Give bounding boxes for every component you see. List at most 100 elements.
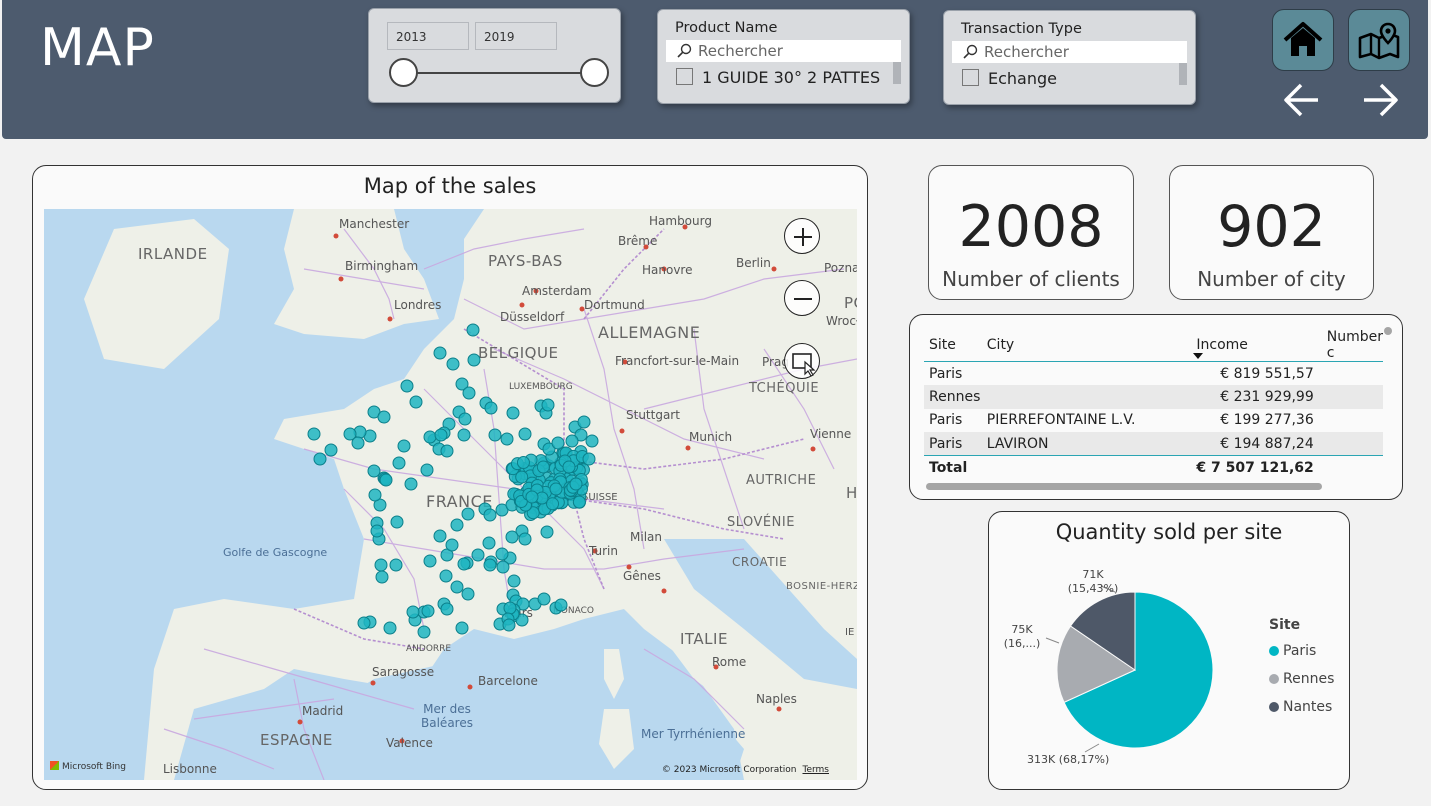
sales-point[interactable] (549, 482, 563, 496)
sales-point[interactable] (488, 428, 502, 442)
column-header-site[interactable]: Site (924, 329, 982, 362)
sales-point[interactable] (461, 587, 475, 601)
scrollbar[interactable] (893, 62, 901, 84)
sales-point[interactable] (417, 625, 431, 639)
sales-point[interactable] (390, 515, 404, 529)
column-header-income[interactable]: Income (1191, 329, 1322, 362)
sales-point[interactable] (324, 443, 338, 457)
sales-point[interactable] (383, 621, 397, 635)
slider-start-handle[interactable] (389, 58, 418, 87)
sales-point[interactable] (392, 456, 406, 470)
sales-point[interactable] (562, 460, 576, 474)
sales-point[interactable] (515, 470, 529, 484)
terms-link[interactable]: Terms (802, 765, 829, 775)
sales-point[interactable] (404, 477, 418, 491)
year-range-slicer[interactable]: 2013 2019 (368, 8, 621, 103)
zoom-in-button[interactable] (784, 218, 820, 254)
column-header-number[interactable]: Number c (1321, 329, 1383, 362)
product-search-input[interactable]: Rechercher (666, 40, 901, 62)
sales-point[interactable] (400, 379, 414, 393)
sales-point[interactable] (516, 456, 530, 470)
sales-point[interactable] (421, 604, 435, 618)
sales-point[interactable] (307, 427, 321, 441)
sales-point[interactable] (368, 488, 382, 502)
sales-point[interactable] (505, 530, 519, 544)
sales-point[interactable] (518, 532, 532, 546)
sales-point[interactable] (375, 570, 389, 584)
sales-point[interactable] (406, 605, 420, 619)
home-button[interactable] (1272, 9, 1334, 71)
sales-point[interactable] (496, 560, 510, 574)
sales-point[interactable] (409, 395, 423, 409)
select-area-button[interactable] (784, 343, 820, 379)
sales-point[interactable] (483, 558, 497, 572)
sales-point[interactable] (537, 592, 551, 606)
sales-point[interactable] (503, 601, 517, 615)
sales-point[interactable] (536, 460, 550, 474)
slider-track[interactable] (402, 72, 594, 74)
sales-point[interactable] (440, 444, 454, 458)
zoom-out-button[interactable] (784, 280, 820, 316)
sales-point[interactable] (484, 401, 498, 415)
sales-point[interactable] (389, 558, 403, 572)
sales-points-layer[interactable] (44, 209, 857, 780)
sales-point[interactable] (466, 323, 480, 337)
sales-point[interactable] (500, 432, 514, 446)
product-option[interactable]: 1 GUIDE 30° 2 PATTES (676, 68, 880, 87)
sales-point[interactable] (397, 439, 411, 453)
map-canvas[interactable]: IRLANDE Manchester Birmingham Londres PA… (44, 209, 857, 780)
scrollbar[interactable] (1179, 63, 1187, 85)
sales-point[interactable] (434, 428, 448, 442)
sales-point[interactable] (462, 386, 476, 400)
sales-point[interactable] (582, 452, 596, 466)
sales-point[interactable] (313, 452, 327, 466)
sales-point[interactable] (541, 398, 555, 412)
sales-point[interactable] (518, 427, 532, 441)
sales-point[interactable] (495, 547, 509, 561)
sales-point[interactable] (467, 353, 481, 367)
back-button[interactable] (1282, 80, 1322, 120)
sales-point[interactable] (569, 477, 583, 491)
sales-point[interactable] (445, 538, 459, 552)
table-row[interactable]: Rennes € 231 929,99 (924, 385, 1383, 409)
table-row[interactable]: Paris € 819 551,57 (924, 362, 1383, 386)
sales-point[interactable] (458, 412, 472, 426)
sales-point[interactable] (457, 557, 471, 571)
checkbox[interactable] (676, 68, 693, 85)
sales-point[interactable] (439, 569, 453, 583)
sales-point[interactable] (450, 518, 464, 532)
sales-point[interactable] (546, 497, 560, 511)
map-button[interactable] (1348, 9, 1410, 71)
sales-point[interactable] (461, 507, 475, 521)
sales-point[interactable] (551, 436, 565, 450)
sales-point[interactable] (433, 346, 447, 360)
sales-point[interactable] (455, 621, 469, 635)
sales-point[interactable] (379, 473, 393, 487)
sales-point[interactable] (423, 430, 437, 444)
sales-point[interactable] (482, 536, 496, 550)
sales-point[interactable] (483, 508, 497, 522)
sales-point[interactable] (446, 357, 460, 371)
sales-point[interactable] (457, 428, 471, 442)
slider-end-handle[interactable] (580, 58, 609, 87)
next-button[interactable] (1360, 80, 1400, 120)
checkbox[interactable] (962, 69, 979, 86)
horizontal-scrollbar[interactable] (926, 483, 1322, 490)
sales-point[interactable] (507, 574, 521, 588)
sales-point[interactable] (357, 616, 371, 630)
sales-point[interactable] (502, 618, 516, 632)
table-row[interactable]: Paris PIERREFONTAINE L.V. € 199 277,36 (924, 409, 1383, 433)
legend-item-rennes[interactable]: Rennes (1269, 665, 1334, 693)
legend-item-nantes[interactable]: Nantes (1269, 693, 1334, 721)
sales-point[interactable] (440, 602, 454, 616)
sales-point[interactable] (585, 434, 599, 448)
sales-point[interactable] (374, 558, 388, 572)
legend-item-paris[interactable]: Paris (1269, 637, 1334, 665)
vertical-scrollbar[interactable] (1384, 327, 1392, 335)
sales-point[interactable] (554, 598, 568, 612)
sales-point[interactable] (370, 524, 384, 538)
end-year-input[interactable]: 2019 (475, 22, 557, 50)
sales-point[interactable] (540, 525, 554, 539)
sales-point[interactable] (471, 548, 485, 562)
column-header-city[interactable]: City (981, 329, 1192, 362)
